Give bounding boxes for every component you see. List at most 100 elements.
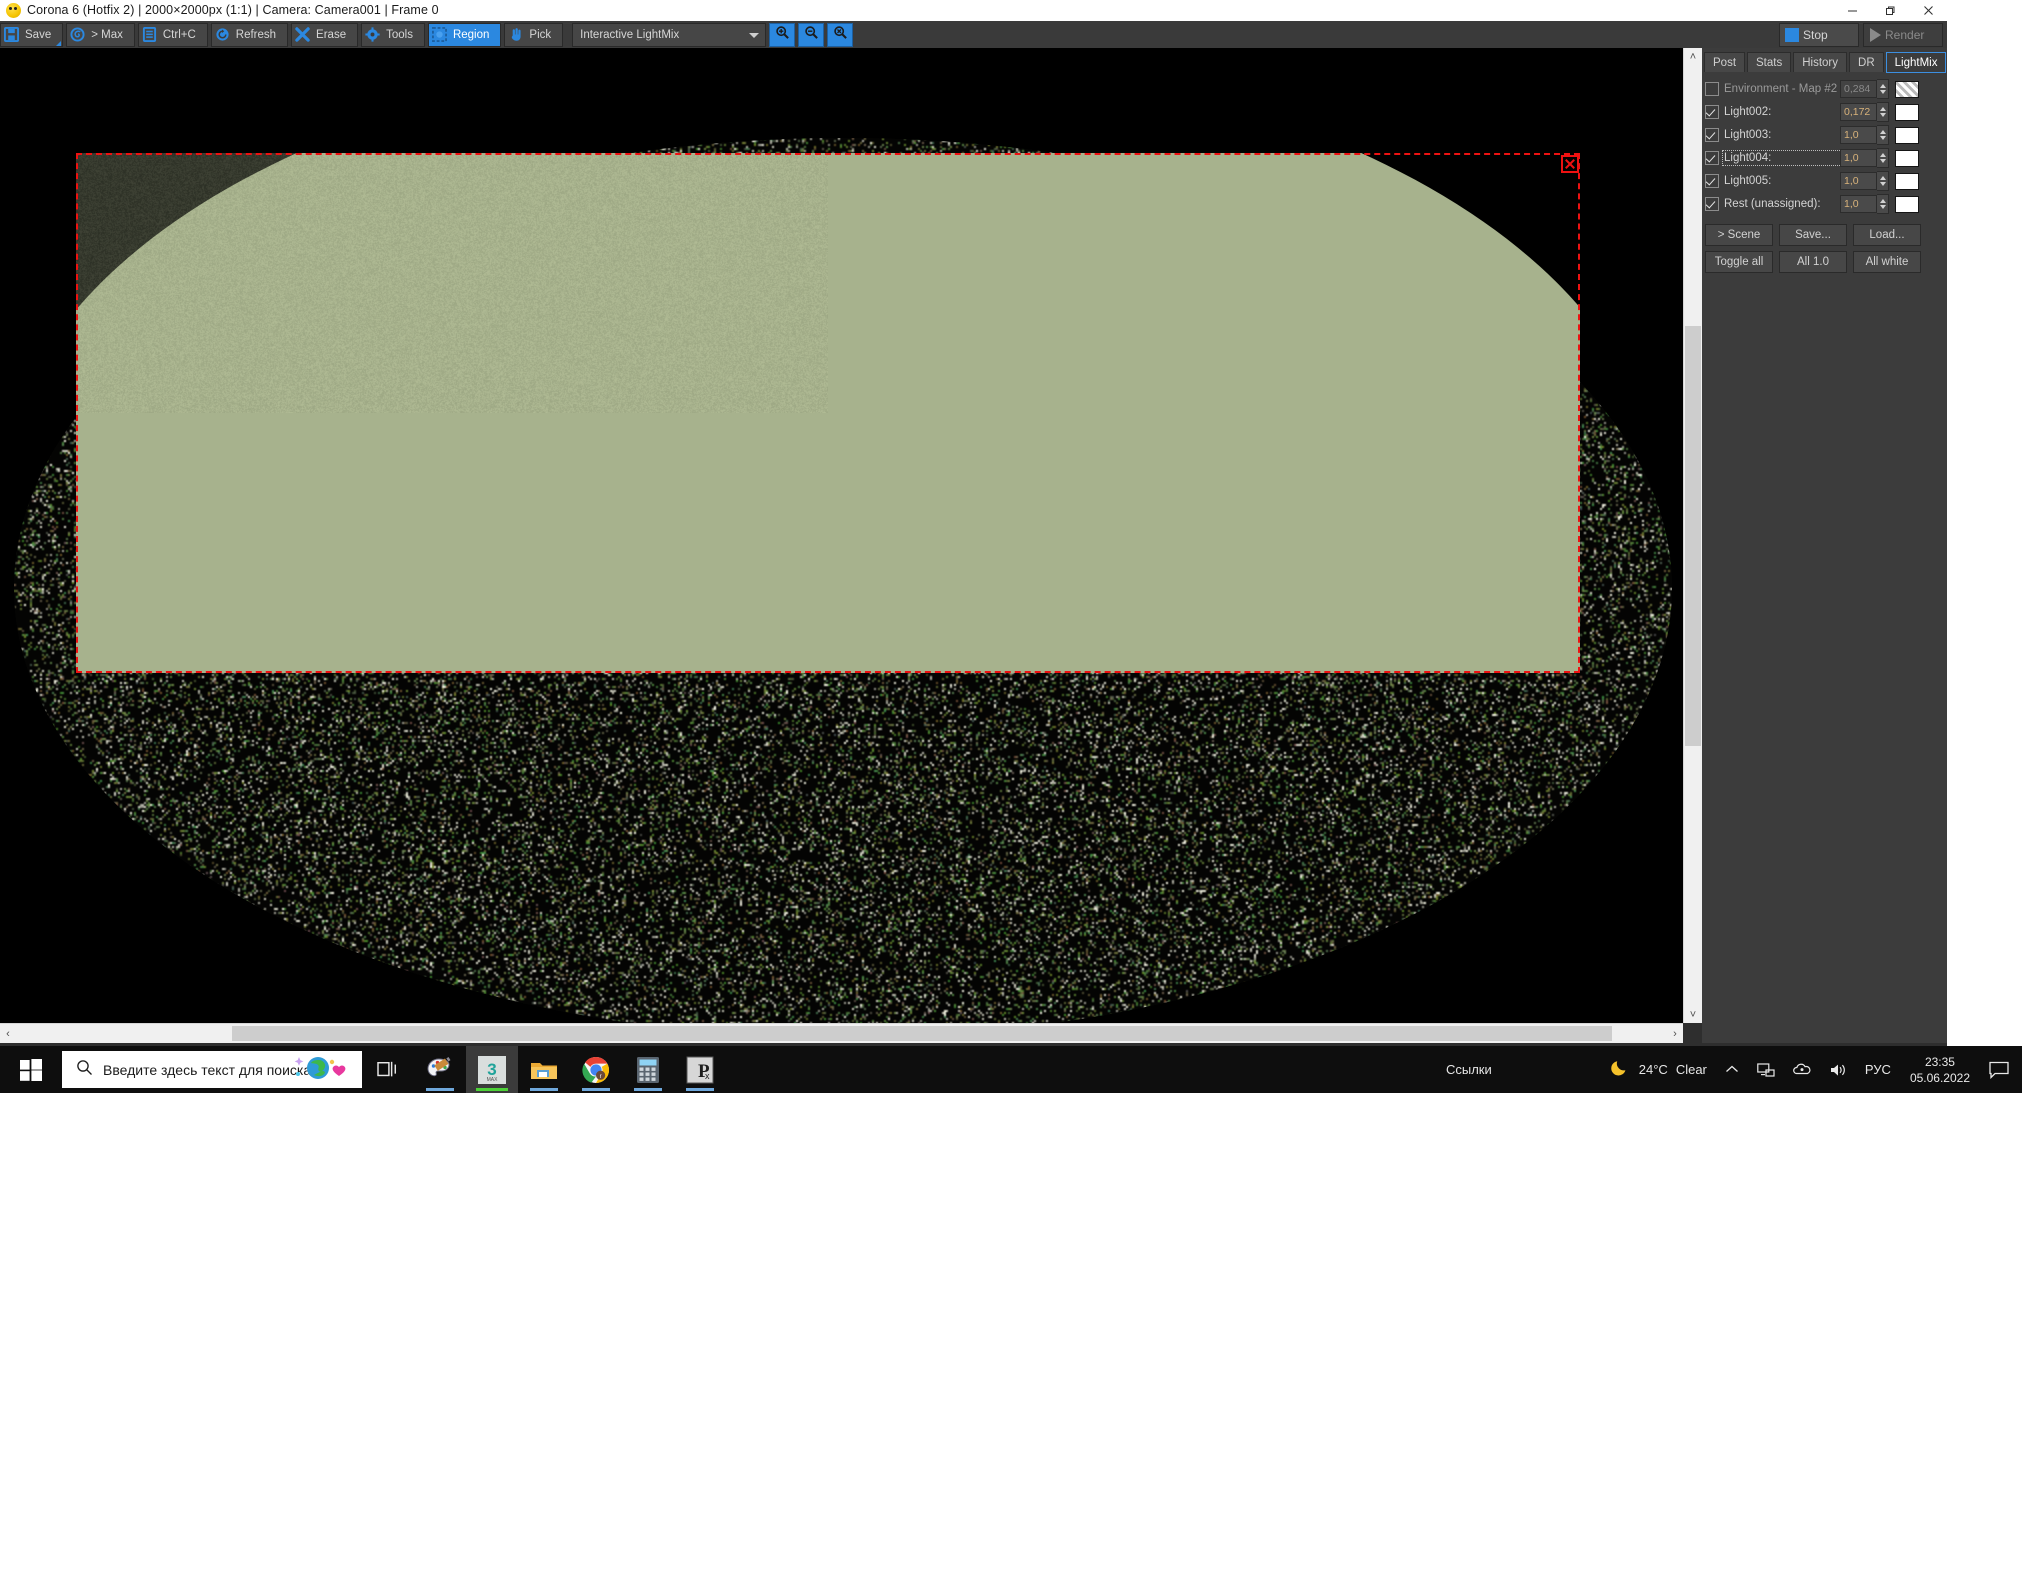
- to-max-button[interactable]: > Max: [66, 23, 135, 47]
- zoom-reset-button[interactable]: [827, 23, 853, 47]
- scroll-down-arrow[interactable]: ˅: [1684, 1006, 1702, 1023]
- minimize-icon[interactable]: [1833, 0, 1871, 21]
- task-view-icon[interactable]: [362, 1046, 414, 1093]
- zoom-out-button[interactable]: [798, 23, 824, 47]
- environment-spin-arrows[interactable]: [1877, 79, 1889, 99]
- horizontal-scroll-thumb[interactable]: [232, 1026, 1612, 1041]
- paint-app-icon[interactable]: [414, 1046, 466, 1093]
- rest-spinner[interactable]: 1,0: [1840, 194, 1889, 214]
- tab-dr[interactable]: DR: [1849, 52, 1884, 72]
- light004-value[interactable]: 1,0: [1840, 149, 1877, 167]
- light004-label: Light004:: [1724, 152, 1840, 164]
- moon-icon: [1611, 1057, 1631, 1082]
- onedrive-icon[interactable]: [1784, 1062, 1820, 1078]
- maximize-icon[interactable]: [1871, 0, 1909, 21]
- region-button-label: Region: [450, 29, 500, 41]
- render-viewport[interactable]: [0, 48, 1683, 1023]
- tab-post[interactable]: Post: [1704, 52, 1745, 72]
- notification-center-icon[interactable]: [1980, 1061, 2018, 1079]
- panel-tabs: Post Stats History DR LightMix: [1704, 52, 1947, 72]
- taskbar-clock[interactable]: 23:35 05.06.2022: [1900, 1054, 1980, 1086]
- light005-checkbox[interactable]: [1705, 174, 1719, 188]
- google-chrome-icon[interactable]: r: [570, 1046, 622, 1093]
- zoom-in-button[interactable]: [769, 23, 795, 47]
- light005-color-swatch[interactable]: [1895, 173, 1919, 190]
- render-button[interactable]: Render: [1863, 23, 1943, 47]
- 3ds-max-app-icon[interactable]: 3 MAX: [466, 1046, 518, 1093]
- pick-button[interactable]: Pick: [504, 23, 563, 47]
- light003-color-swatch[interactable]: [1895, 127, 1919, 144]
- gear-icon: [362, 25, 383, 45]
- render-mode-combo[interactable]: Interactive LightMix: [572, 23, 766, 47]
- scroll-left-arrow[interactable]: ‹: [0, 1024, 16, 1043]
- show-hidden-icons-chevron[interactable]: [1716, 1064, 1748, 1075]
- file-explorer-icon[interactable]: [518, 1046, 570, 1093]
- light002-value[interactable]: 0,172: [1840, 103, 1877, 121]
- clock-time: 23:35: [1925, 1054, 1955, 1070]
- rest-checkbox[interactable]: [1705, 197, 1719, 211]
- region-remove-x-icon[interactable]: [1561, 155, 1579, 173]
- light005-spin-arrows[interactable]: [1877, 171, 1889, 191]
- tab-history[interactable]: History: [1793, 52, 1847, 72]
- render-horizontal-scrollbar[interactable]: ‹ ›: [0, 1023, 1683, 1043]
- scroll-up-arrow[interactable]: ˄: [1684, 48, 1702, 65]
- erase-button[interactable]: Erase: [291, 23, 358, 47]
- environment-color-swatch[interactable]: [1895, 81, 1919, 98]
- light005-label: Light005:: [1724, 175, 1840, 187]
- chevron-down-icon[interactable]: [749, 33, 759, 38]
- region-dropdown-arrow[interactable]: [494, 41, 499, 46]
- light004-checkbox[interactable]: [1705, 151, 1719, 165]
- weather-widget[interactable]: 24°C Clear: [1602, 1057, 1716, 1082]
- links-label[interactable]: Ссылки: [1446, 1062, 1492, 1077]
- tab-stats[interactable]: Stats: [1747, 52, 1791, 72]
- light002-spinner[interactable]: 0,172: [1840, 102, 1889, 122]
- lightmix-load-button[interactable]: Load...: [1853, 224, 1921, 246]
- refresh-button[interactable]: Refresh: [211, 23, 288, 47]
- language-indicator[interactable]: РУС: [1856, 1062, 1900, 1077]
- light003-checkbox[interactable]: [1705, 128, 1719, 142]
- tab-lightmix[interactable]: LightMix: [1886, 52, 1947, 73]
- light004-color-swatch[interactable]: [1895, 150, 1919, 167]
- calculator-icon[interactable]: [622, 1046, 674, 1093]
- environment-spinner[interactable]: 0,284: [1840, 79, 1889, 99]
- save-dropdown-arrow[interactable]: [56, 41, 61, 46]
- light002-spin-arrows[interactable]: [1877, 102, 1889, 122]
- pixplant-icon[interactable]: P x: [674, 1046, 726, 1093]
- to-max-button-label: > Max: [88, 29, 134, 41]
- light004-spinner[interactable]: 1,0: [1840, 148, 1889, 168]
- volume-icon[interactable]: [1820, 1062, 1856, 1078]
- rest-spin-arrows[interactable]: [1877, 194, 1889, 214]
- render-region-rectangle[interactable]: [76, 153, 1580, 673]
- close-icon[interactable]: [1909, 0, 1947, 21]
- rest-color-swatch[interactable]: [1895, 196, 1919, 213]
- vertical-scroll-thumb[interactable]: [1685, 326, 1701, 746]
- light003-spin-arrows[interactable]: [1877, 125, 1889, 145]
- light004-spin-arrows[interactable]: [1877, 148, 1889, 168]
- save-button[interactable]: Save: [0, 23, 63, 47]
- rest-value[interactable]: 1,0: [1840, 195, 1877, 213]
- to-scene-button[interactable]: > Scene: [1705, 224, 1773, 246]
- all-white-button[interactable]: All white: [1853, 251, 1921, 273]
- tools-button-label: Tools: [383, 29, 424, 41]
- environment-checkbox[interactable]: [1705, 82, 1719, 96]
- region-button[interactable]: Region: [428, 23, 501, 47]
- toggle-all-button[interactable]: Toggle all: [1705, 251, 1773, 273]
- all-one-button[interactable]: All 1.0: [1779, 251, 1847, 273]
- copy-button[interactable]: Ctrl+C: [138, 23, 208, 47]
- light003-spinner[interactable]: 1,0: [1840, 125, 1889, 145]
- light005-spinner[interactable]: 1,0: [1840, 171, 1889, 191]
- lightmix-save-button[interactable]: Save...: [1779, 224, 1847, 246]
- search-input[interactable]: Введите здесь текст для поиска: [62, 1051, 362, 1088]
- light005-value[interactable]: 1,0: [1840, 172, 1877, 190]
- light002-checkbox[interactable]: [1705, 105, 1719, 119]
- render-vertical-scrollbar[interactable]: ˄ ˅: [1683, 48, 1702, 1023]
- light002-color-swatch[interactable]: [1895, 104, 1919, 121]
- network-icon[interactable]: [1748, 1062, 1784, 1078]
- tools-button[interactable]: Tools: [361, 23, 425, 47]
- windows-start-icon[interactable]: [0, 1046, 62, 1093]
- light003-value[interactable]: 1,0: [1840, 126, 1877, 144]
- title-bar: Corona 6 (Hotfix 2) | 2000×2000px (1:1) …: [0, 0, 1947, 21]
- environment-value[interactable]: 0,284: [1840, 80, 1877, 98]
- stop-button[interactable]: Stop: [1779, 23, 1859, 47]
- scroll-right-arrow[interactable]: ›: [1667, 1024, 1683, 1043]
